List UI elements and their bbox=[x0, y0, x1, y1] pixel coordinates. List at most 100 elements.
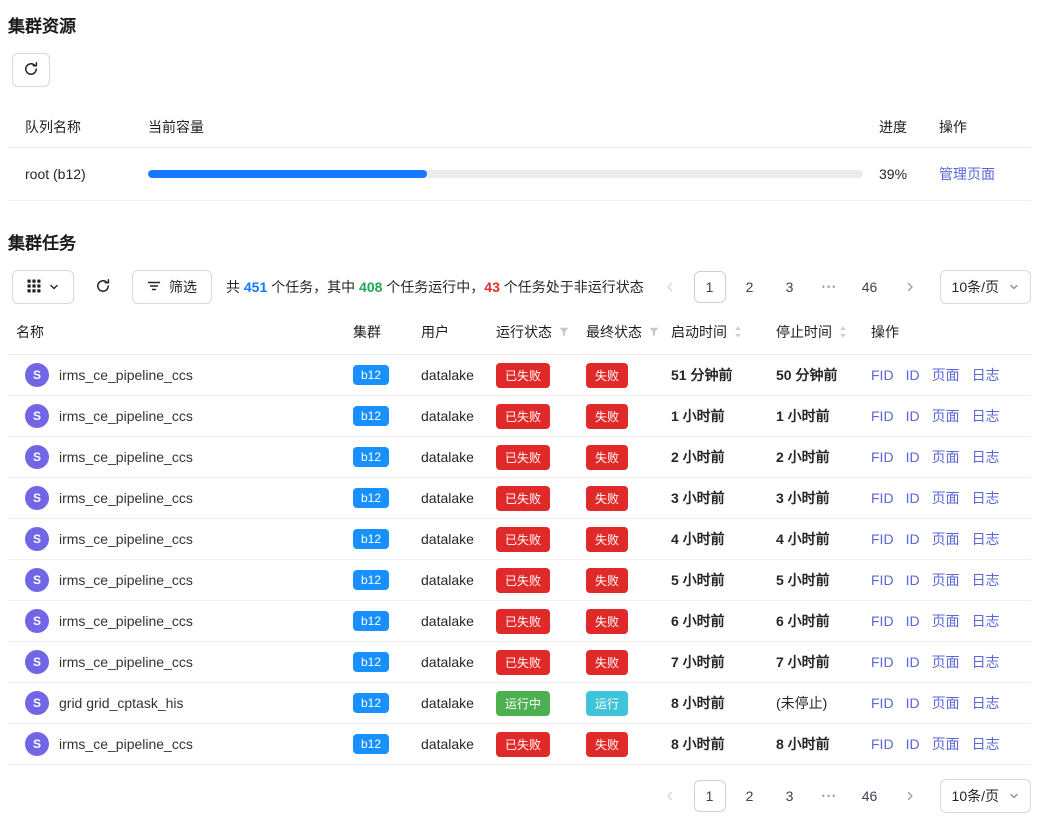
action-link-id[interactable]: ID bbox=[906, 367, 920, 383]
action-link-log[interactable]: 日志 bbox=[972, 449, 1000, 465]
pagination-page-3[interactable]: 3 bbox=[774, 780, 806, 812]
pagination-page-3[interactable]: 3 bbox=[774, 271, 806, 303]
action-link-fid[interactable]: FID bbox=[871, 449, 894, 465]
cluster-badge: b12 bbox=[353, 693, 389, 713]
stop-time: 3 小时前 bbox=[776, 490, 830, 506]
cluster-badge: b12 bbox=[353, 447, 389, 467]
filter-funnel-icon[interactable] bbox=[558, 326, 570, 338]
sorter-icon[interactable] bbox=[838, 325, 848, 339]
action-link-id[interactable]: ID bbox=[906, 572, 920, 588]
refresh-resources-button[interactable] bbox=[12, 53, 50, 87]
summary-text: 个任务处于非运行状态 bbox=[500, 279, 644, 295]
pagination-page-1[interactable]: 1 bbox=[694, 780, 726, 812]
grid-icon bbox=[27, 279, 41, 296]
action-link-fid[interactable]: FID bbox=[871, 613, 894, 629]
pagination-page-1[interactable]: 1 bbox=[694, 271, 726, 303]
table-row: S irms_ce_pipeline_ccs b12 datalake 已失败 … bbox=[8, 642, 1031, 683]
avatar: S bbox=[25, 609, 49, 633]
pagination-page-2[interactable]: 2 bbox=[734, 780, 766, 812]
final-status-badge: 失败 bbox=[586, 363, 628, 388]
stop-time: 8 小时前 bbox=[776, 736, 830, 752]
action-link-log[interactable]: 日志 bbox=[972, 408, 1000, 424]
sorter-icon[interactable] bbox=[733, 325, 743, 339]
task-user: datalake bbox=[421, 736, 474, 752]
pagination-page-46[interactable]: 46 bbox=[854, 780, 886, 812]
task-user: datalake bbox=[421, 695, 474, 711]
action-link-id[interactable]: ID bbox=[906, 531, 920, 547]
action-link-log[interactable]: 日志 bbox=[972, 572, 1000, 588]
action-link-page[interactable]: 页面 bbox=[932, 613, 960, 629]
column-settings-button[interactable] bbox=[12, 270, 74, 304]
page-size-select[interactable]: 10条/页 bbox=[940, 270, 1031, 304]
action-link-id[interactable]: ID bbox=[906, 736, 920, 752]
col-task-actions: 操作 bbox=[863, 310, 1031, 355]
action-link-fid[interactable]: FID bbox=[871, 654, 894, 670]
stop-time: 4 小时前 bbox=[776, 531, 830, 547]
action-link-page[interactable]: 页面 bbox=[932, 736, 960, 752]
action-link-id[interactable]: ID bbox=[906, 490, 920, 506]
pagination-next-button[interactable] bbox=[894, 780, 926, 812]
action-link-id[interactable]: ID bbox=[906, 408, 920, 424]
pagination-page-46[interactable]: 46 bbox=[854, 271, 886, 303]
table-row: S irms_ce_pipeline_ccs b12 datalake 已失败 … bbox=[8, 396, 1031, 437]
action-link-page[interactable]: 页面 bbox=[932, 654, 960, 670]
action-link-page[interactable]: 页面 bbox=[932, 695, 960, 711]
manage-page-link[interactable]: 管理页面 bbox=[939, 166, 995, 182]
queue-name: root (b12) bbox=[8, 148, 140, 201]
pagination-ellipsis[interactable]: ••• bbox=[814, 780, 846, 812]
stop-time: 1 小时前 bbox=[776, 408, 830, 424]
task-summary: 共 451 个任务，其中 408 个任务运行中，43 个任务处于非运行状态 bbox=[226, 277, 644, 297]
action-link-log[interactable]: 日志 bbox=[972, 613, 1000, 629]
pagination-prev-button[interactable] bbox=[654, 271, 686, 303]
action-link-fid[interactable]: FID bbox=[871, 531, 894, 547]
action-link-fid[interactable]: FID bbox=[871, 367, 894, 383]
resources-table: 队列名称 当前容量 进度 操作 root (b12) 39% 管理页面 bbox=[8, 107, 1031, 201]
action-link-fid[interactable]: FID bbox=[871, 490, 894, 506]
action-link-fid[interactable]: FID bbox=[871, 408, 894, 424]
refresh-tasks-button[interactable] bbox=[88, 270, 118, 304]
action-link-id[interactable]: ID bbox=[906, 613, 920, 629]
pagination-next-button[interactable] bbox=[894, 271, 926, 303]
cluster-badge: b12 bbox=[353, 652, 389, 672]
cluster-badge: b12 bbox=[353, 406, 389, 426]
action-link-log[interactable]: 日志 bbox=[972, 531, 1000, 547]
avatar: S bbox=[25, 404, 49, 428]
cluster-badge: b12 bbox=[353, 570, 389, 590]
start-time: 2 小时前 bbox=[671, 449, 725, 465]
chevron-down-icon bbox=[49, 279, 59, 295]
filter-funnel-icon[interactable] bbox=[648, 326, 660, 338]
action-link-log[interactable]: 日志 bbox=[972, 695, 1000, 711]
action-link-id[interactable]: ID bbox=[906, 695, 920, 711]
page-size-select[interactable]: 10条/页 bbox=[940, 779, 1031, 813]
tasks-toolbar: 筛选 共 451 个任务，其中 408 个任务运行中，43 个任务处于非运行状态… bbox=[12, 270, 1031, 304]
action-link-id[interactable]: ID bbox=[906, 449, 920, 465]
stop-time: 2 小时前 bbox=[776, 449, 830, 465]
action-link-page[interactable]: 页面 bbox=[932, 572, 960, 588]
pagination-ellipsis[interactable]: ••• bbox=[814, 271, 846, 303]
row-actions: FID ID 页面日志 bbox=[863, 519, 1031, 560]
refresh-icon bbox=[95, 278, 111, 297]
action-link-fid[interactable]: FID bbox=[871, 695, 894, 711]
run-status-badge: 已失败 bbox=[496, 732, 550, 757]
action-link-page[interactable]: 页面 bbox=[932, 408, 960, 424]
pagination-bottom: 123•••46 bbox=[654, 780, 926, 812]
action-link-id[interactable]: ID bbox=[906, 654, 920, 670]
filter-button[interactable]: 筛选 bbox=[132, 270, 212, 304]
action-link-log[interactable]: 日志 bbox=[972, 654, 1000, 670]
pagination-prev-button[interactable] bbox=[654, 780, 686, 812]
action-link-page[interactable]: 页面 bbox=[932, 367, 960, 383]
action-link-page[interactable]: 页面 bbox=[932, 490, 960, 506]
action-link-page[interactable]: 页面 bbox=[932, 449, 960, 465]
start-time: 8 小时前 bbox=[671, 695, 725, 711]
action-link-page[interactable]: 页面 bbox=[932, 531, 960, 547]
action-link-log[interactable]: 日志 bbox=[972, 490, 1000, 506]
action-link-fid[interactable]: FID bbox=[871, 736, 894, 752]
action-link-log[interactable]: 日志 bbox=[972, 736, 1000, 752]
start-time: 6 小时前 bbox=[671, 613, 725, 629]
action-link-fid[interactable]: FID bbox=[871, 572, 894, 588]
action-link-log[interactable]: 日志 bbox=[972, 367, 1000, 383]
pagination-top: 123•••46 bbox=[654, 271, 926, 303]
final-status-badge: 失败 bbox=[586, 445, 628, 470]
col-capacity: 当前容量 bbox=[140, 107, 871, 148]
pagination-page-2[interactable]: 2 bbox=[734, 271, 766, 303]
